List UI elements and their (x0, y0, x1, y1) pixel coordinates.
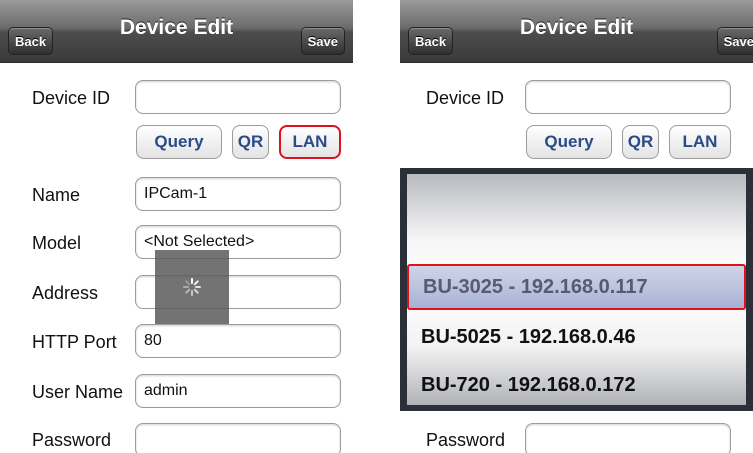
device-picker[interactable]: BU-3025 - 192.168.0.117 BU-5025 - 192.16… (400, 168, 753, 411)
picker-wheel[interactable]: BU-3025 - 192.168.0.117 BU-5025 - 192.16… (407, 174, 746, 405)
picker-option[interactable]: BU-720 - 192.168.0.172 (407, 362, 746, 405)
http-port-label: HTTP Port (32, 332, 117, 352)
device-id-field[interactable] (525, 80, 731, 114)
query-button[interactable]: Query (526, 125, 612, 159)
save-button[interactable]: Save (300, 27, 345, 55)
lan-button[interactable]: LAN (279, 125, 341, 159)
save-button[interactable]: Save (716, 27, 753, 55)
qr-button[interactable]: QR (622, 125, 659, 159)
name-label: Name (32, 185, 81, 205)
device-edit-screen-right: Back Device Edit Save Device ID Query QR… (400, 0, 753, 453)
password-field[interactable] (525, 423, 731, 453)
model-label: Model (32, 233, 82, 253)
navigation-bar: Back Device Edit Save (400, 0, 753, 63)
address-label: Address (32, 283, 99, 303)
qr-button[interactable]: QR (232, 125, 269, 159)
password-label: Password (32, 430, 112, 450)
device-id-label: Device ID (32, 88, 111, 108)
picker-option[interactable]: BU-5025 - 192.168.0.46 (407, 314, 746, 360)
user-name-label: User Name (32, 382, 124, 402)
name-field[interactable]: IPCam-1 (135, 177, 341, 211)
device-id-label: Device ID (426, 88, 505, 108)
lan-button[interactable]: LAN (669, 125, 731, 159)
http-port-field[interactable]: 80 (135, 324, 341, 358)
query-button[interactable]: Query (136, 125, 222, 159)
spinner-icon (183, 278, 201, 296)
navigation-bar: Back Device Edit Save (0, 0, 353, 63)
device-id-field[interactable] (135, 80, 341, 114)
user-name-field[interactable]: admin (135, 374, 341, 408)
password-label: Password (426, 430, 506, 450)
device-edit-screen-left: Back Device Edit Save Device ID Query QR… (0, 0, 353, 453)
page-title: Device Edit (519, 16, 634, 39)
password-field[interactable] (135, 423, 341, 453)
loading-overlay (155, 250, 229, 324)
picker-option-selected[interactable]: BU-3025 - 192.168.0.117 (407, 264, 746, 310)
